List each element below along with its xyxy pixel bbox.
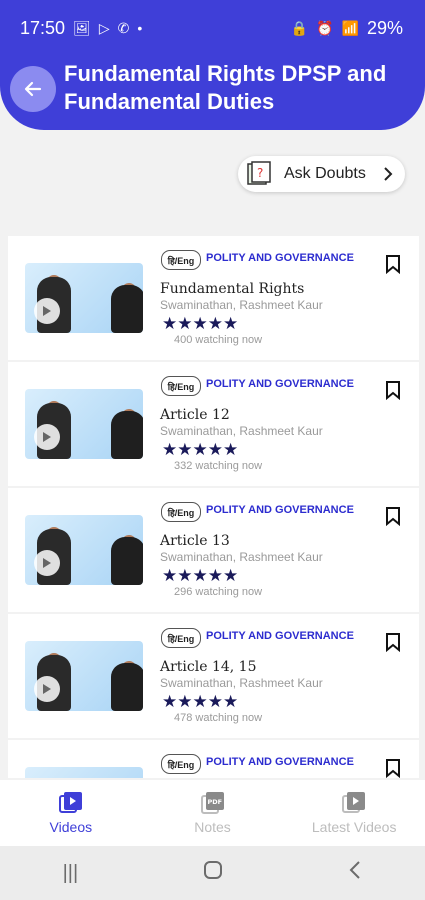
home-button[interactable] bbox=[203, 860, 223, 886]
gallery-icon: 🖼 bbox=[73, 20, 91, 36]
presenter bbox=[111, 663, 143, 711]
play-icon[interactable] bbox=[34, 298, 60, 324]
back-button[interactable] bbox=[10, 66, 56, 112]
video-title: Article 13 bbox=[160, 533, 230, 549]
watching-count: 400 watching now bbox=[174, 334, 263, 346]
rating-stars: ★★★★★ bbox=[162, 692, 239, 711]
status-bar: 17:50 🖼 ▷ ✆ • 🔒 ⏰ 📶 29% bbox=[0, 0, 425, 56]
app-header: 17:50 🖼 ▷ ✆ • 🔒 ⏰ 📶 29% Fundamental Righ… bbox=[0, 0, 425, 130]
play-store-icon: ▷ bbox=[98, 20, 110, 36]
back-nav-button[interactable] bbox=[348, 860, 362, 886]
alarm-icon: ⏰ bbox=[316, 20, 334, 36]
video-card[interactable]: हि/Eng POLITY AND GOVERNANCE bbox=[8, 740, 419, 778]
chevron-right-icon bbox=[384, 167, 393, 181]
lock-icon: 🔒 bbox=[290, 20, 309, 36]
bookmark-icon[interactable] bbox=[385, 254, 401, 274]
play-icon[interactable] bbox=[34, 424, 60, 450]
category-label: POLITY AND GOVERNANCE bbox=[206, 504, 354, 516]
play-icon[interactable] bbox=[34, 676, 60, 702]
call-icon: ✆ bbox=[117, 20, 130, 36]
language-badge: हि/Eng bbox=[161, 376, 201, 396]
watching-count: 296 watching now bbox=[174, 586, 263, 598]
system-navigation-bar: ||| bbox=[0, 846, 425, 900]
video-card[interactable]: हि/Eng POLITY AND GOVERNANCE Article 12 … bbox=[8, 362, 419, 486]
status-time: 17:50 bbox=[20, 17, 66, 38]
bookmark-icon[interactable] bbox=[385, 506, 401, 526]
bottom-navigation: Videos PDF Notes Latest Videos bbox=[0, 780, 425, 846]
video-card[interactable]: हि/Eng POLITY AND GOVERNANCE Article 14,… bbox=[8, 614, 419, 738]
category-label: POLITY AND GOVERNANCE bbox=[206, 756, 354, 768]
ask-doubts-label: Ask Doubts bbox=[284, 165, 366, 182]
category-label: POLITY AND GOVERNANCE bbox=[206, 630, 354, 642]
video-list[interactable]: हि/Eng POLITY AND GOVERNANCE Fundamental… bbox=[8, 236, 419, 778]
svg-text:PDF: PDF bbox=[207, 798, 222, 806]
play-icon[interactable] bbox=[34, 550, 60, 576]
nav-latest-label: Latest Videos bbox=[311, 819, 397, 835]
video-thumbnail[interactable] bbox=[25, 641, 143, 711]
presenter bbox=[111, 285, 143, 333]
status-dot: • bbox=[137, 20, 143, 36]
video-title: Article 14, 15 bbox=[160, 659, 257, 675]
latest-videos-icon bbox=[342, 792, 366, 813]
category-label: POLITY AND GOVERNANCE bbox=[206, 252, 354, 264]
video-title: Fundamental Rights bbox=[160, 281, 305, 297]
arrow-left-icon bbox=[24, 81, 42, 97]
watching-count: 332 watching now bbox=[174, 460, 263, 472]
pdf-icon: PDF bbox=[200, 792, 224, 814]
language-badge: हि/Eng bbox=[161, 250, 201, 270]
bookmark-icon[interactable] bbox=[385, 758, 401, 778]
recent-apps-button[interactable]: ||| bbox=[63, 862, 79, 885]
rating-stars: ★★★★★ bbox=[162, 314, 239, 333]
presenter bbox=[111, 537, 143, 585]
nav-videos-label: Videos bbox=[49, 819, 93, 835]
video-card[interactable]: हि/Eng POLITY AND GOVERNANCE Fundamental… bbox=[8, 236, 419, 360]
video-title: Article 12 bbox=[160, 407, 230, 423]
doubt-book-icon: ? bbox=[247, 161, 271, 185]
nav-notes[interactable]: PDF Notes bbox=[142, 780, 284, 846]
rating-stars: ★★★★★ bbox=[162, 566, 239, 585]
video-author: Swaminathan, Rashmeet Kaur bbox=[160, 550, 323, 564]
bookmark-icon[interactable] bbox=[385, 380, 401, 400]
language-badge: हि/Eng bbox=[161, 754, 201, 774]
video-thumbnail[interactable] bbox=[25, 263, 143, 333]
video-card[interactable]: हि/Eng POLITY AND GOVERNANCE Article 13 … bbox=[8, 488, 419, 612]
watching-count: 478 watching now bbox=[174, 712, 263, 724]
video-author: Swaminathan, Rashmeet Kaur bbox=[160, 676, 323, 690]
bookmark-icon[interactable] bbox=[385, 632, 401, 652]
rating-stars: ★★★★★ bbox=[162, 440, 239, 459]
presenter bbox=[111, 411, 143, 459]
page-title: Fundamental Rights DPSP and Fundamental … bbox=[64, 61, 387, 114]
video-thumbnail[interactable] bbox=[25, 767, 143, 778]
category-label: POLITY AND GOVERNANCE bbox=[206, 378, 354, 390]
nav-latest-videos[interactable]: Latest Videos bbox=[283, 780, 425, 846]
video-author: Swaminathan, Rashmeet Kaur bbox=[160, 424, 323, 438]
ask-doubts-button[interactable]: ? Ask Doubts bbox=[238, 156, 405, 192]
battery-level: 29% bbox=[366, 17, 403, 38]
videos-icon bbox=[58, 792, 82, 813]
video-author: Swaminathan, Rashmeet Kaur bbox=[160, 298, 323, 312]
language-badge: हि/Eng bbox=[161, 502, 201, 522]
video-thumbnail[interactable] bbox=[25, 389, 143, 459]
video-thumbnail[interactable] bbox=[25, 515, 143, 585]
language-badge: हि/Eng bbox=[161, 628, 201, 648]
svg-text:?: ? bbox=[257, 166, 263, 180]
wifi-icon: 📶 bbox=[341, 20, 359, 36]
nav-videos[interactable]: Videos bbox=[0, 780, 142, 846]
nav-notes-label: Notes bbox=[194, 819, 231, 835]
